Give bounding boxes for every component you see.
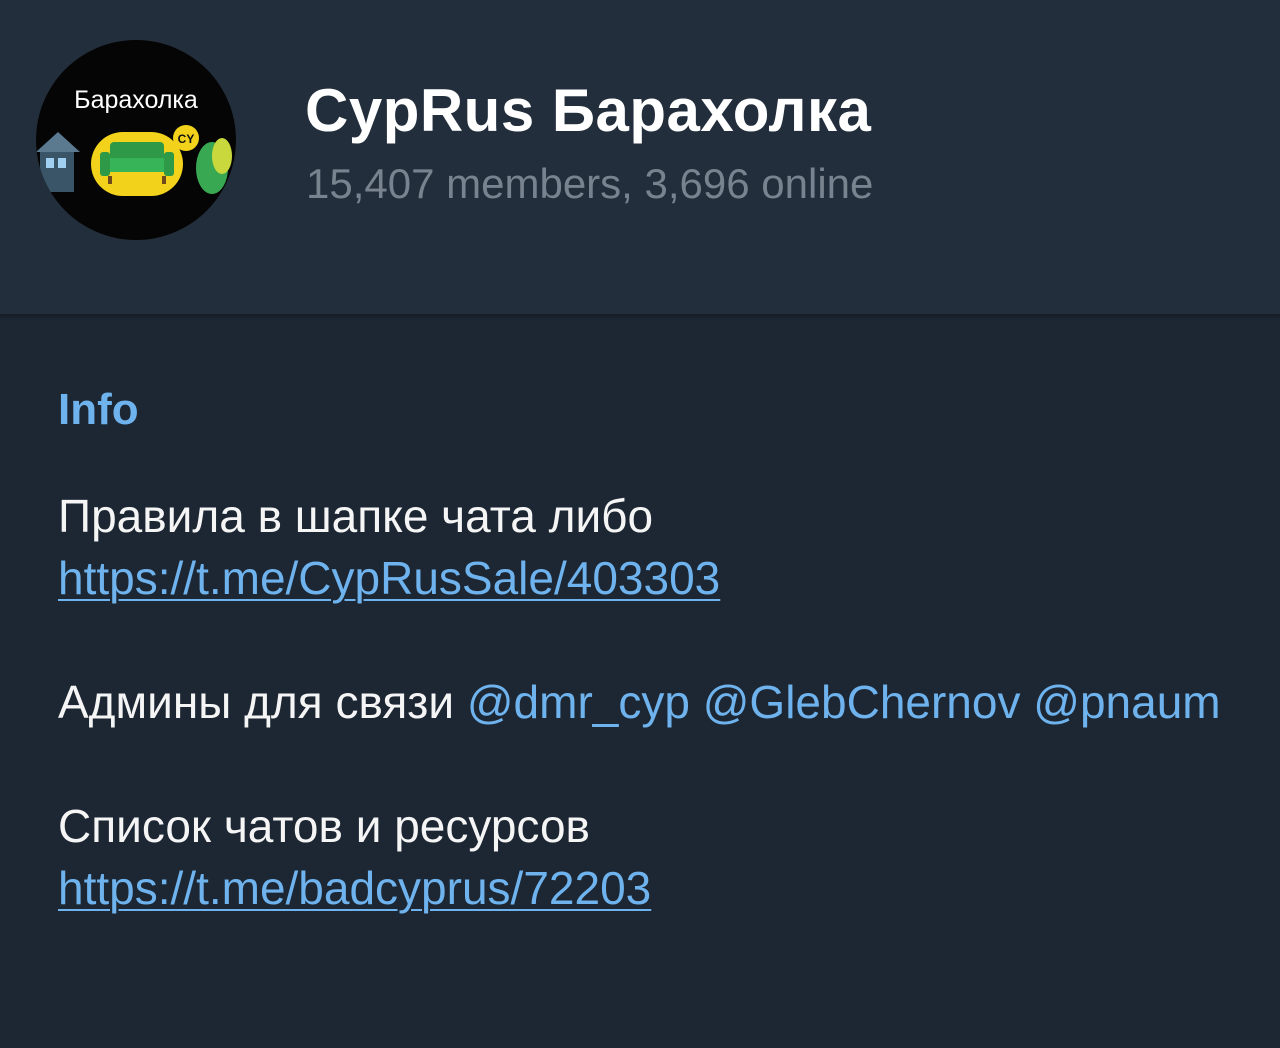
chat-description: Правила в шапке чата либо https://t.me/C… xyxy=(58,485,1238,981)
admins-text: Админы для связи xyxy=(58,676,455,728)
avatar-logo: Барахолка CY xyxy=(36,86,232,196)
resources-link[interactable]: https://t.me/badcyprus/72203 xyxy=(58,862,651,914)
admin-mention-pnaum[interactable]: @pnaum xyxy=(1033,676,1220,728)
info-panel: Info Правила в шапке чата либо https://t… xyxy=(0,320,1280,1048)
rules-link[interactable]: https://t.me/CypRusSale/403303 xyxy=(58,552,720,604)
chat-title: CypRus Барахолка xyxy=(305,77,872,144)
house-icon xyxy=(36,132,80,192)
rules-text: Правила в шапке чата либо xyxy=(58,490,654,542)
chat-avatar[interactable]: Барахолка CY xyxy=(36,40,236,240)
logo-text: Барахолка xyxy=(74,86,198,114)
svg-text:CY: CY xyxy=(178,132,195,146)
admin-mention-dmr-cyp[interactable]: @dmr_cyp xyxy=(467,676,690,728)
info-section-title: Info xyxy=(58,385,139,434)
admin-mention-gleb-chernov[interactable]: @GlebChernov xyxy=(703,676,1021,728)
plant-icon xyxy=(196,138,232,194)
chat-member-status: 15,407 members, 3,696 online xyxy=(306,160,874,207)
admins-paragraph: Админы для связи @dmr_cyp @GlebChernov @… xyxy=(58,671,1238,733)
resources-text: Список чатов и ресурсов xyxy=(58,800,590,852)
chat-header: Барахолка CY CypRus Барахолка 15,407 mem… xyxy=(0,0,1280,314)
resources-paragraph: Список чатов и ресурсов https://t.me/bad… xyxy=(58,795,1238,919)
rules-paragraph: Правила в шапке чата либо https://t.me/C… xyxy=(58,485,1238,609)
